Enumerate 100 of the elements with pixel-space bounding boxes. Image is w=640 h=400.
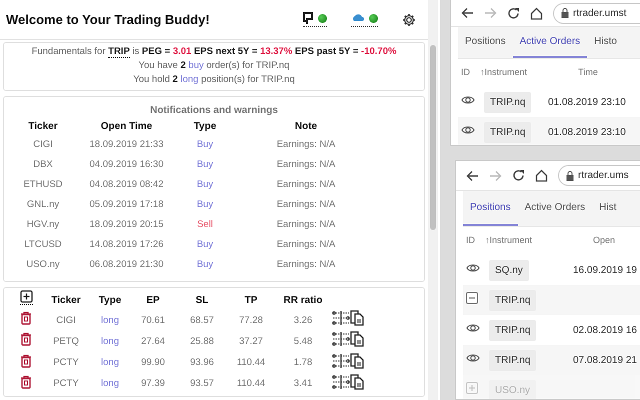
table-cell-text: 37.27 — [238, 334, 264, 349]
back-icon[interactable] — [461, 7, 474, 19]
table-cell-text: Buy — [196, 178, 214, 192]
trash-icon[interactable] — [20, 311, 32, 325]
table-cell: 3.41 — [274, 374, 332, 395]
table-row[interactable]: SQ.ny 16.09.2019 19 — [463, 255, 640, 285]
tab[interactable]: Active Orders — [518, 191, 592, 226]
column-header: RR ratio — [282, 294, 324, 308]
reload-icon[interactable] — [512, 169, 525, 182]
column-header: EP — [145, 294, 161, 308]
table-cell-text: 18.09.2019 20:15 — [88, 218, 164, 232]
column-header: TP — [244, 294, 258, 308]
column-header: ↑Instrument — [485, 234, 534, 248]
eye-icon[interactable] — [466, 322, 480, 334]
column-header: Type — [192, 120, 218, 134]
table-cell-text: 16.09.2019 19 — [573, 264, 637, 278]
copy-icon[interactable] — [350, 310, 364, 326]
address-bar[interactable]: rtrader.ums — [558, 165, 640, 186]
sliders-icon[interactable] — [332, 374, 350, 389]
table-cell: 5.48 — [274, 331, 332, 352]
table-cell-text: Buy — [196, 198, 214, 212]
table-row[interactable]: TRIP.nq 02.08.2019 16 — [463, 315, 640, 345]
tab[interactable]: Positions — [458, 27, 513, 58]
collapse-icon[interactable] — [466, 292, 478, 304]
table-row[interactable]: TRIP.nq 01.08.2019 23:10 — [458, 87, 640, 117]
home-icon[interactable] — [530, 6, 543, 20]
eye-icon[interactable] — [461, 124, 475, 136]
table-cell-text: Earnings: N/A — [276, 218, 336, 232]
sliders-icon[interactable] — [332, 354, 350, 368]
table-cell-text: 18.09.2019 21:33 — [88, 138, 164, 152]
instrument-chip: TRIP.nq — [489, 350, 536, 370]
copy-icon[interactable] — [350, 331, 364, 348]
eye-icon[interactable] — [461, 94, 475, 106]
table-cell-text: long — [100, 356, 120, 370]
address-bar[interactable]: rtrader.umst — [553, 2, 640, 24]
column-header: SL — [194, 294, 210, 308]
table-cell-text: PCTY — [52, 356, 80, 370]
table-cell-text: 93.96 — [189, 356, 215, 370]
column-header: ↑Instrument — [480, 66, 528, 80]
eye-icon[interactable] — [466, 352, 480, 364]
table-cell-text: 93.57 — [189, 377, 215, 392]
table-cell: 3.26 — [274, 310, 332, 332]
connection-status[interactable] — [351, 12, 378, 27]
table-cell-text: 110.44 — [236, 377, 266, 392]
table-cell-text: 04.08.2019 08:42 — [88, 178, 164, 192]
instrument-chip: SQ.ny — [489, 260, 529, 280]
table-cell: 1.78 — [274, 352, 332, 374]
connection-status[interactable] — [303, 12, 327, 27]
table-cell-text: 05.09.2019 17:18 — [88, 198, 164, 212]
column-header: Type — [98, 294, 122, 308]
table-cell-text: Earnings: N/A — [276, 198, 336, 212]
table-cell-text: Buy — [196, 258, 214, 272]
reload-icon[interactable] — [507, 6, 520, 20]
instrument-chip: TRIP.nq — [489, 290, 536, 310]
back-icon[interactable] — [466, 170, 479, 182]
table-cell-text: 110.44 — [236, 356, 266, 370]
eye-icon[interactable] — [466, 262, 480, 274]
app-title: Welcome to Your Trading Buddy! — [6, 10, 211, 29]
add-icon[interactable] — [20, 290, 32, 305]
table-cell-text: CIGI — [55, 314, 77, 328]
table-cell-text: 14.08.2019 17:26 — [88, 238, 164, 252]
copy-icon[interactable] — [350, 352, 364, 368]
table-cell-text: Buy — [196, 138, 214, 152]
tab[interactable]: Hist — [592, 191, 616, 226]
column-header: Open Time — [100, 120, 154, 134]
tab[interactable]: Histo — [587, 27, 617, 58]
trash-icon[interactable] — [20, 354, 32, 368]
table-cell-text: HGV.ny — [26, 218, 60, 232]
column-header: Ticker — [50, 294, 82, 308]
table-cell-text: PETQ — [52, 334, 80, 349]
info-text: You hold 2 long position(s) for TRIP.nq — [132, 73, 296, 87]
table-cell-text: 99.90 — [140, 356, 166, 370]
table-cell-text: 97.39 — [140, 377, 166, 392]
instrument-chip: USO.ny — [489, 380, 536, 399]
scrollbar-thumb[interactable] — [430, 45, 436, 230]
table-cell-text: DBX — [32, 158, 54, 172]
column-header: ID — [465, 234, 476, 248]
table-cell-text: USO.ny — [25, 258, 61, 272]
trash-icon[interactable] — [20, 332, 32, 346]
table-cell-text: 07.08.2019 21 — [573, 354, 637, 368]
info-text: Fundamentals for TRIP is PEG = 3.01 EPS next 5Y = 13.37% EPS past 5Y = -10.70% — [30, 45, 398, 59]
copy-icon[interactable] — [350, 374, 364, 390]
table-cell-text: Buy — [196, 238, 214, 252]
home-icon[interactable] — [535, 169, 548, 182]
table-cell-text: PCTY — [52, 377, 80, 392]
instrument-chip: TRIP.nq — [484, 122, 532, 142]
info-text: You have 2 buy order(s) for TRIP.nq — [138, 59, 290, 73]
table-cell-text: Earnings: N/A — [276, 238, 336, 252]
table-cell-text: 01.08.2019 23:10 — [548, 96, 626, 110]
sliders-icon[interactable] — [332, 311, 350, 325]
table-cell-text: LTCUSD — [23, 238, 63, 252]
table-cell-text: long — [100, 377, 120, 392]
table-cell-text: 70.61 — [140, 314, 166, 328]
table-cell-text: long — [100, 314, 120, 328]
settings-icon[interactable] — [402, 12, 416, 26]
table-cell-text: long — [100, 334, 120, 349]
trash-icon[interactable] — [20, 374, 32, 389]
table-cell-text: Earnings: N/A — [276, 158, 336, 172]
table-cell-text: Earnings: N/A — [276, 138, 336, 152]
sliders-icon[interactable] — [332, 332, 350, 346]
